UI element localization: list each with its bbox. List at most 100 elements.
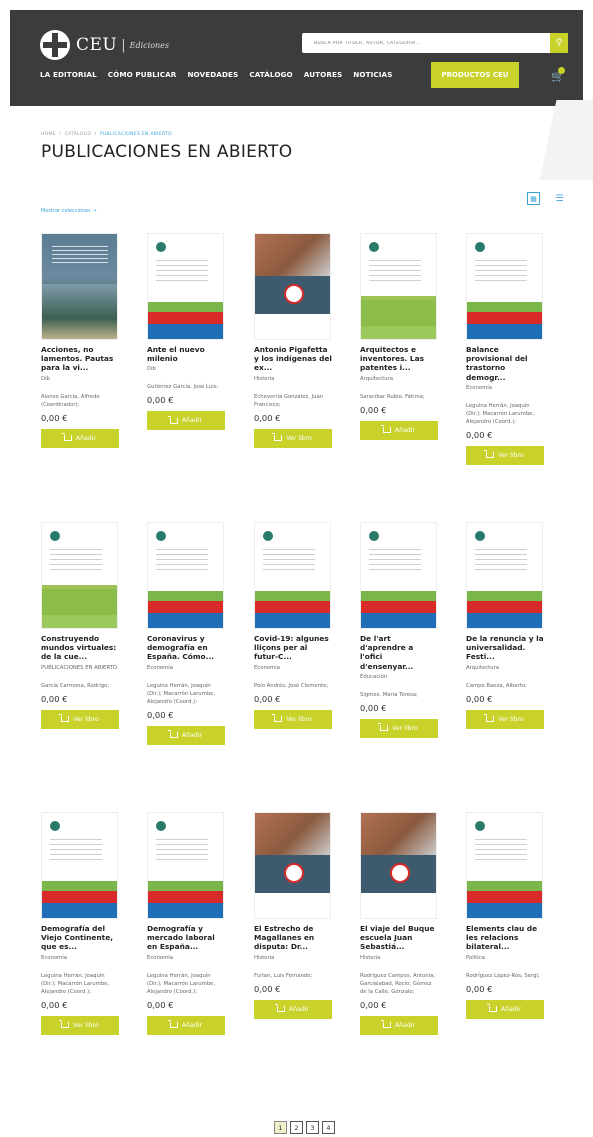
nav-autores[interactable]: AUTORES (304, 70, 343, 79)
book-cover[interactable] (147, 812, 224, 919)
nav-novedades[interactable]: NOVEDADES (187, 70, 238, 79)
book-cover[interactable] (254, 812, 331, 919)
product-title[interactable]: Coronavirus y demografía en España. Cómo… (147, 634, 225, 662)
cart-icon (484, 450, 495, 459)
product-title[interactable]: Antonio Pigafetta y los indígenas del ex… (254, 345, 332, 373)
cover-decoration (42, 615, 117, 628)
product-title[interactable]: Elements clau de les relacions bilateral… (466, 924, 544, 952)
product-title[interactable]: Demografía y mercado laboral en España..… (147, 924, 225, 952)
cover-decoration (50, 531, 60, 541)
product-card: Demografía y mercado laboral en España..… (147, 812, 225, 1035)
product-authors: Rodríguez Campos, Antonia; Garcíalabad, … (360, 972, 436, 995)
product-title[interactable]: El Estrecho de Magallanes en disputa: Dr… (254, 924, 332, 952)
view-book-button[interactable]: Ver libro (41, 709, 119, 729)
page-1-button[interactable]: 1 (274, 1121, 287, 1134)
view-book-button[interactable]: Ver libro (466, 709, 544, 729)
search-input[interactable] (302, 33, 550, 53)
add-to-cart-button[interactable]: Añadir (147, 725, 225, 745)
book-cover[interactable] (360, 233, 437, 340)
product-title[interactable]: Arquitectos e inventores. Las patentes i… (360, 345, 438, 373)
product-authors: Campo Baeza, Alberto; (466, 682, 527, 689)
product-title[interactable]: Covid-19: algunes lliçons per al futur-C… (254, 634, 332, 662)
cover-decoration (255, 893, 330, 918)
product-title[interactable]: Construyendo mundos virtuales: de la cue… (41, 634, 119, 662)
product-price: 0,00 € (41, 999, 68, 1010)
book-cover[interactable] (41, 812, 118, 919)
cart-icon (378, 723, 389, 732)
button-label: Ver libro (73, 715, 99, 723)
nav-la-editorial[interactable]: LA EDITORIAL (40, 70, 97, 79)
book-cover[interactable] (254, 233, 331, 340)
logo[interactable]: CEU | Ediciones (40, 30, 169, 60)
cover-decoration (148, 881, 223, 891)
add-to-cart-button[interactable]: Añadir (41, 428, 119, 448)
product-price: 0,00 € (147, 709, 174, 720)
product-title[interactable]: Acciones, no lamentos. Pautas para la vi… (41, 345, 119, 373)
product-authors: Sigmes, Maria Teresa; (360, 691, 418, 698)
cover-decoration (467, 613, 542, 628)
product-category: PUBLICACIONES EN ABIERTO (41, 664, 118, 671)
nav-noticias[interactable]: NOTICIAS (353, 70, 392, 79)
cover-decoration (255, 601, 330, 613)
breadcrumb-home[interactable]: HOME (41, 132, 56, 137)
cover-decoration (148, 302, 223, 312)
add-to-cart-button[interactable]: Añadir (360, 1015, 438, 1035)
grid-view-button[interactable]: ▦ (527, 192, 540, 205)
product-authors: Gutiérrez García, José Luis; (147, 384, 219, 391)
product-category: Historia (254, 375, 275, 382)
cart-icon (61, 433, 72, 442)
cover-decoration (361, 613, 436, 628)
cover-decoration (148, 613, 223, 628)
show-collections-link[interactable]: Mostrar colecciones → (41, 208, 97, 214)
book-cover[interactable] (466, 233, 543, 340)
add-to-cart-button[interactable]: Añadir (147, 411, 225, 431)
list-icon: ☰ (555, 193, 564, 204)
breadcrumb-catalog[interactable]: CATÁLOGO (65, 132, 92, 137)
view-book-button[interactable]: Ver libro (360, 718, 438, 738)
page-4-button[interactable]: 4 (322, 1121, 335, 1134)
product-authors: García Carmona, Rodrigo; (41, 682, 110, 689)
nav-catalogo[interactable]: CATÁLOGO (249, 70, 292, 79)
pagination: 1 2 3 4 (274, 1121, 335, 1134)
book-cover[interactable] (360, 522, 437, 629)
product-category: Arquitectura (360, 375, 394, 382)
book-cover[interactable] (41, 233, 118, 340)
book-cover[interactable] (466, 812, 543, 919)
button-label: Añadir (288, 1005, 310, 1013)
product-title[interactable]: Ante el nuevo milenio (147, 345, 225, 363)
product-title[interactable]: Demografía del Viejo Continente, que es.… (41, 924, 119, 952)
product-title[interactable]: De la renuncia y la universalidad. Festi… (466, 634, 544, 662)
product-title[interactable]: El viaje del Buque escuela Juan Sebastiá… (360, 924, 438, 952)
add-to-cart-button[interactable]: Añadir (466, 999, 544, 1019)
cover-decoration (390, 863, 410, 883)
cart-button[interactable]: 🛒 (551, 67, 565, 83)
button-label: Añadir (75, 434, 97, 442)
book-cover[interactable] (147, 522, 224, 629)
view-book-button[interactable]: Ver libro (466, 445, 544, 465)
search-button[interactable]: ⚲ (550, 33, 568, 53)
product-category: Economía (147, 954, 173, 961)
product-title[interactable]: Balance provisional del trastorno demogr… (466, 345, 544, 382)
page-2-button[interactable]: 2 (290, 1121, 303, 1134)
book-cover[interactable] (466, 522, 543, 629)
book-cover[interactable] (147, 233, 224, 340)
cover-decoration (475, 821, 485, 831)
product-title[interactable]: De l'art d'aprendre a l'ofici d'ensenyar… (360, 634, 438, 671)
productos-ceu-button[interactable]: PRODUCTOS CEU (431, 62, 519, 88)
view-book-button[interactable]: Ver libro (254, 428, 332, 448)
product-price: 0,00 € (254, 412, 281, 423)
add-to-cart-button[interactable]: Añadir (147, 1015, 225, 1035)
add-to-cart-button[interactable]: Añadir (254, 999, 332, 1019)
nav-como-publicar[interactable]: CÓMO PUBLICAR (108, 70, 177, 79)
book-cover[interactable] (254, 522, 331, 629)
book-cover[interactable] (41, 522, 118, 629)
add-to-cart-button[interactable]: Añadir (360, 420, 438, 440)
cover-decoration (156, 260, 208, 282)
cover-decoration (50, 839, 102, 861)
product-card: El Estrecho de Magallanes en disputa: Dr… (254, 812, 332, 1019)
view-book-button[interactable]: Ver libro (254, 709, 332, 729)
page-3-button[interactable]: 3 (306, 1121, 319, 1134)
view-book-button[interactable]: Ver libro (41, 1015, 119, 1035)
list-view-button[interactable]: ☰ (553, 192, 566, 205)
book-cover[interactable] (360, 812, 437, 919)
